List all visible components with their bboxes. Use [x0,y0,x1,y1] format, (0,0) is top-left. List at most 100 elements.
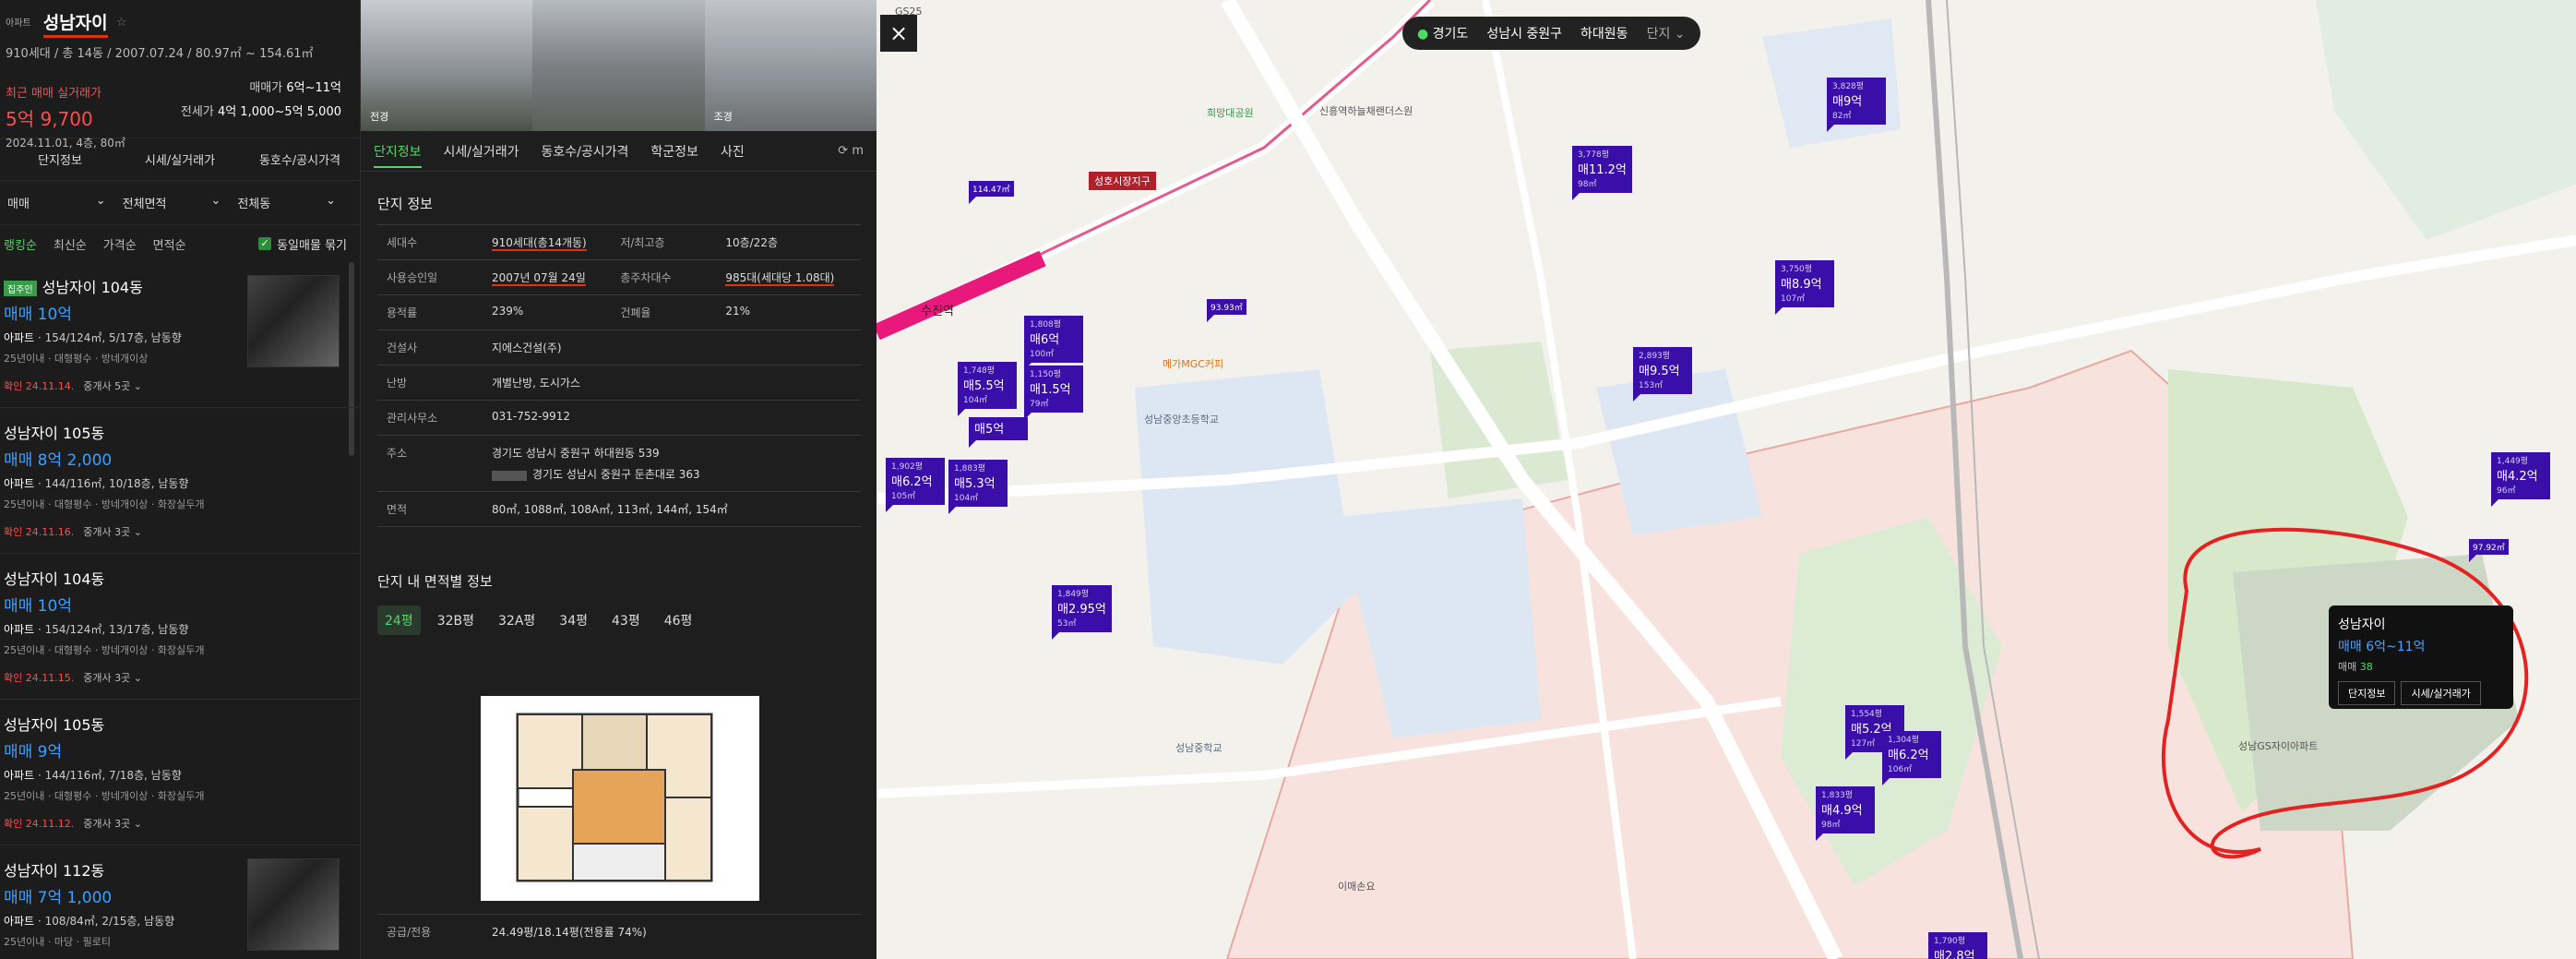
popup-price-button[interactable]: 시세/실거래가 [2401,681,2481,705]
photo-thumbnail[interactable]: 전경 [361,0,533,131]
area-tab[interactable]: 46평 [657,605,700,635]
same-listing-toggle[interactable]: ✓ 동일매물 묶기 [258,235,347,253]
map-label: 메가MGC커피 [1163,358,1224,370]
price-marker[interactable]: 1,150평 매1.5억 79㎡ [1024,366,1083,420]
marker-size: 53㎡ [1057,619,1077,629]
area-tab[interactable]: 34평 [552,605,595,635]
list-item[interactable]: 성남자이 105동 매매 8억 2,000 아파트 · 144/116㎡, 10… [0,408,360,554]
table-row: 용적률 239% 건폐율 21% [377,294,861,330]
listing-title: 성남자이 104동 [4,570,105,588]
listing-spec: 아파트 · 154/124㎡, 13/17층, 남동향 [4,623,189,636]
photo-thumbnail[interactable] [532,0,705,131]
favorite-icon[interactable]: ☆ [116,16,127,30]
price-marker[interactable]: 1,849평 매2.95억 53㎡ [1052,585,1112,640]
filter-trade-type[interactable]: 매매 ⌄ [7,194,123,211]
jeonse-price-range: 전세가 4억 1,000~5억 5,000 [180,105,341,119]
price-marker[interactable]: 1,883평 매5.3억 104㎡ [948,460,1008,514]
price-marker[interactable]: 2,893평 매9.5억 153㎡ [1633,347,1692,402]
marker-price: 매11.2억 [1578,163,1627,177]
tab-price[interactable]: 시세/실거래가 [444,142,519,161]
map-canvas[interactable]: GS25 수진역 성호시장지구 성남중앙초등학교 성남중학교 희망대공원 신흥역… [877,0,2576,959]
marker-area: 1,150평 [1030,370,1062,379]
price-marker[interactable]: 3,750평 매8.9억 107㎡ [1775,260,1834,315]
floor-plan-image[interactable] [481,696,759,901]
table-row: 사용승인일 2007년 07월 24일 총주차대수 985대(세대당 1.08대… [377,259,861,295]
type-select[interactable]: 단지 ⌄ [1647,24,1686,42]
price-marker[interactable]: 1,902평 매6.2억 105㎡ [886,458,945,512]
marker-size: 100㎡ [1030,350,1055,359]
marker-area: 3,778평 [1578,150,1610,160]
price-marker[interactable]: 1,449평 매4.2억 96㎡ [2491,452,2550,507]
small-price-marker[interactable]: 114.47㎡ [969,181,1014,204]
agent-count[interactable]: 중개사 3곳 [83,526,130,538]
price-marker[interactable]: 3,828평 매9억 82㎡ [1827,78,1886,132]
price-marker[interactable]: 3,778평 매11.2억 98㎡ [1572,146,1632,200]
area-tab[interactable]: 24평 [377,605,421,635]
marker-price: 매6.2억 [1888,749,1929,762]
close-button[interactable]: × [880,15,917,52]
sort-area[interactable]: 면적순 [153,235,186,253]
area-tab[interactable]: 32A평 [491,605,543,635]
sort-latest[interactable]: 최신순 [54,235,87,253]
agent-count[interactable]: 중개사 5곳 [83,380,130,392]
filter-area[interactable]: 전체면적 ⌄ [123,194,238,211]
listing-thumbnail[interactable] [247,858,340,951]
area-tabs: 24평 32B평 32A평 34평 43평 46평 [361,605,877,635]
marker-price: 매9억 [1832,95,1863,109]
apartment-name[interactable]: 성남자이 [43,13,108,33]
list-item[interactable]: 성남자이 104동 매매 10억 아파트 · 154/124㎡, 13/17층,… [0,554,360,700]
price-marker[interactable]: 1,833평 매4.9억 98㎡ [1816,786,1875,841]
refresh-icon[interactable]: ⟳ m [838,144,864,158]
tab-school[interactable]: 학군정보 [650,142,698,161]
zone-badge: 성호시장지구 [1089,172,1156,190]
listing-panel: 아파트 성남자이 ☆ 910세대 / 총 14동 / 2007.07.24 / … [0,0,360,959]
photo-thumbnail[interactable]: 조경 [704,0,877,131]
chevron-down-icon: ⌄ [95,194,106,208]
subtab-info[interactable]: 단지정보 [0,150,120,168]
dong-item[interactable]: 하대원동 [1580,24,1628,42]
agent-count[interactable]: 중개사 3곳 [83,818,130,830]
filter-bar: 매매 ⌄ 전체면적 ⌄ 전체동 ⌄ [0,181,360,225]
tab-complex-info[interactable]: 단지정보 [374,142,422,168]
subtab-unit[interactable]: 동호수/공시가격 [240,150,360,168]
price-marker[interactable]: 1,790평 매2.8억 [1928,932,1987,959]
area-tab[interactable]: 32B평 [430,605,482,635]
region-item[interactable]: ● 경기도 [1417,24,1468,42]
small-price-marker[interactable]: 97.92㎡ [2469,539,2509,562]
map-label: 희망대공원 [1207,107,1254,119]
marker-size: 96㎡ [2497,486,2516,496]
marker-price: 매6억 [1030,333,1060,347]
sort-price[interactable]: 가격순 [103,235,137,253]
apartment-summary: 910세대 / 총 14동 / 2007.07.24 / 80.97㎡ ~ 15… [6,47,314,61]
map-label: 수진역 [921,305,954,318]
table-row: 관리사무소 031-752-9912 [377,400,861,436]
list-item[interactable]: 성남자이 105동 매매 9억 아파트 · 144/116㎡, 7/18층, 남… [0,700,360,845]
small-price-marker[interactable]: 93.93㎡ [1207,299,1246,322]
list-item[interactable]: 집주인 성남자이 104동 매매 10억 아파트 · 154/124㎡, 5/17… [0,262,360,408]
listing-price: 매매 10억 [4,597,72,616]
listing-thumbnail[interactable] [247,275,340,367]
area-tab[interactable]: 43평 [604,605,648,635]
marker-size: 153㎡ [1639,381,1664,390]
table-row: 주소 경기도 성남시 중원구 하대원동 539 . 경기도 성남시 중원구 둔촌대… [377,435,861,492]
popup-info-button[interactable]: 단지정보 [2338,681,2396,705]
table-row: 건설사 지에스건설(주) [377,330,861,366]
city-item[interactable]: 성남시 중원구 [1486,24,1562,42]
tab-photos[interactable]: 사진 [721,142,745,161]
complex-popup[interactable]: 성남자이 매매 6억~11억 매매 38 단지정보 시세/실거래가 [2329,605,2513,709]
marker-area: 1,849평 [1057,590,1090,599]
filter-building[interactable]: 전체동 ⌄ [237,194,352,211]
property-type-tag: 아파트 [6,18,31,29]
agent-count[interactable]: 중개사 3곳 [83,672,130,684]
marker-price: 매2.8억 [1934,950,1975,959]
marker-price: 매4.9억 [1821,804,1863,818]
price-marker[interactable]: 매5억 [969,417,1028,448]
price-marker[interactable]: 1,748평 매5.5억 104㎡ [958,362,1017,416]
price-marker[interactable]: 1,304평 매6.2억 106㎡ [1882,731,1941,785]
sort-ranking[interactable]: 랭킹순 [4,235,37,253]
price-marker[interactable]: 1,808평 매6억 100㎡ [1024,316,1083,370]
subtab-price[interactable]: 시세/실거래가 [120,150,240,168]
listing-desc: 25년이내 · 대형평수 · 방네개이상 · 화장실두개 [4,498,205,510]
tab-unit[interactable]: 동호수/공시가격 [542,142,629,161]
list-item[interactable]: 성남자이 112동 매매 7억 1,000 아파트 · 108/84㎡, 2/1… [0,845,360,959]
